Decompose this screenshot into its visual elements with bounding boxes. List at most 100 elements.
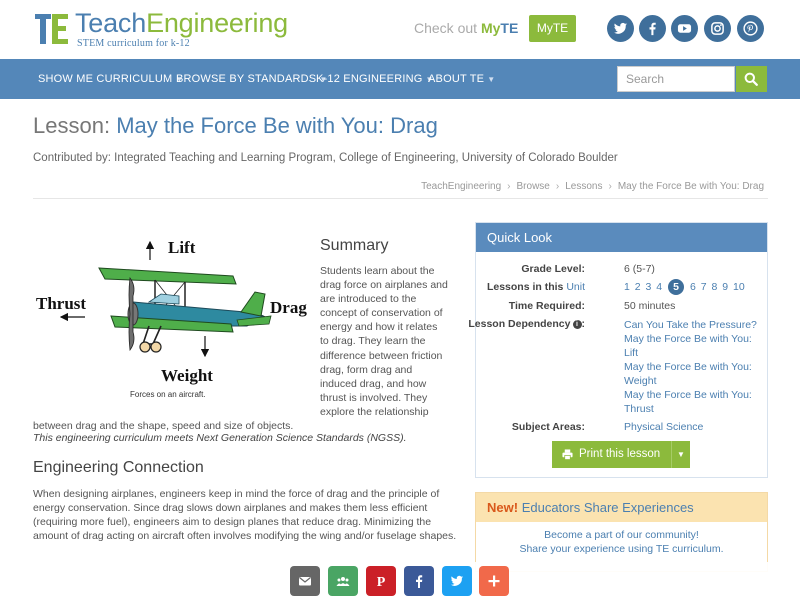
lesson-link-10[interactable]: 10 (733, 281, 745, 293)
nav-show-me-curriculum[interactable]: SHOW ME CURRICULUM ▼ (38, 59, 184, 99)
engineering-connection-text: When designing airplanes, engineers keep… (33, 488, 457, 543)
lesson-dependency-label: Lesson Dependency i: (468, 318, 585, 330)
pinterest-button[interactable] (737, 15, 764, 42)
email-share-button[interactable] (290, 566, 320, 596)
lesson-link-2[interactable]: 2 (635, 281, 641, 293)
ngss-note: This engineering curriculum meets Next G… (33, 432, 407, 444)
caret-down-icon: ▼ (677, 450, 685, 459)
dependency-link-thrust-line2[interactable]: Thrust (624, 402, 654, 416)
forces-diagram: Lift Thrust Drag Weight (33, 232, 313, 392)
dependency-link-lift-line1[interactable]: May the Force Be with You: (624, 332, 752, 346)
lesson-link-7[interactable]: 7 (701, 281, 707, 293)
breadcrumb-lessons[interactable]: Lessons (565, 181, 602, 192)
breadcrumb-teachengineering[interactable]: TeachEngineering (421, 181, 501, 192)
teachengineering-logo[interactable]: TeachEngineering STEM curriculum for k-1… (35, 8, 300, 50)
pinterest-icon (743, 21, 758, 36)
classroom-share-button[interactable] (328, 566, 358, 596)
contributed-by: Contributed by: Integrated Teaching and … (33, 152, 618, 164)
summary-line: to drag. They learn the (320, 335, 426, 348)
twitter-share-icon (450, 575, 464, 586)
nav-browse-by-standards[interactable]: BROWSE BY STANDARDS ▼ (176, 59, 327, 99)
dependency-link-lift-line2[interactable]: Lift (624, 346, 638, 360)
quick-look-panel: Quick Look Grade Level: 6 (5-7) Lessons … (468, 222, 768, 478)
print-main-button[interactable]: Print this lesson (552, 441, 670, 468)
youtube-button[interactable] (671, 15, 698, 42)
myte-button[interactable]: MyTE (529, 15, 576, 42)
checkout-myte-text[interactable]: Check out MyTE (414, 20, 518, 36)
educators-heading-text: Educators Share Experiences (521, 500, 694, 515)
dependency-link-pressure[interactable]: Can You Take the Pressure? (624, 318, 757, 332)
lesson-name: May the Force Be with You: Drag (116, 113, 438, 138)
summary-line: drag, form drag and (320, 363, 413, 376)
print-button-label: Print this lesson (579, 448, 661, 460)
twitter-button[interactable] (607, 15, 634, 42)
educators-line-2[interactable]: Share your experience using TE curriculu… (476, 543, 767, 555)
dependency-link-thrust-line1[interactable]: May the Force Be with You: (624, 388, 752, 402)
twitter-share-button[interactable] (442, 566, 472, 596)
share-bar (0, 562, 800, 600)
thrust-label: Thrust (36, 294, 87, 313)
educators-share-panel: New! Educators Share Experiences Become … (475, 492, 768, 572)
more-share-icon (488, 575, 500, 587)
site-header: TeachEngineering STEM curriculum for k-1… (0, 0, 800, 58)
grade-level-label: Grade Level: (521, 263, 585, 275)
youtube-icon (677, 24, 692, 33)
myte-word-my: My (480, 20, 501, 36)
summary-line: concept of conservation of (320, 307, 443, 320)
lesson-link-4[interactable]: 4 (656, 281, 662, 293)
pinterest-share-button[interactable]: P (366, 566, 396, 596)
search-button[interactable] (736, 66, 767, 92)
te-logo-icon (35, 14, 68, 44)
subject-area-link[interactable]: Physical Science (624, 420, 703, 434)
current-lesson-badge: 5 (668, 279, 685, 295)
more-share-button[interactable] (479, 566, 509, 596)
dependency-link-weight-line1[interactable]: May the Force Be with You: (624, 360, 752, 374)
lesson-prefix: Lesson: (33, 113, 111, 138)
email-share-icon (299, 577, 311, 586)
logo-tagline: STEM curriculum for k-12 (77, 38, 190, 49)
breadcrumb-browse[interactable]: Browse (517, 181, 550, 192)
engineering-connection-heading: Engineering Connection (33, 459, 204, 476)
facebook-share-icon (416, 575, 423, 588)
checkout-prefix: Check out (414, 20, 478, 36)
educators-share-heading: New! Educators Share Experiences (476, 493, 767, 522)
nav-k12-engineering[interactable]: K-12 ENGINEERING ▼ (316, 59, 434, 99)
logo-wordmark: TeachEngineering (75, 8, 288, 38)
search-input[interactable] (617, 66, 735, 92)
breadcrumb-separator-icon: › (507, 181, 511, 192)
twitter-icon (613, 22, 628, 34)
lessons-in-unit-label: Lessons in this Unit (487, 281, 585, 293)
page-title: Lesson: May the Force Be with You: Drag (33, 113, 438, 139)
educators-line-1[interactable]: Become a part of our community! (476, 529, 767, 541)
facebook-button[interactable] (639, 15, 666, 42)
caret-down-icon: ▼ (487, 75, 496, 84)
lesson-link-6[interactable]: 6 (690, 281, 696, 293)
lesson-link-9[interactable]: 9 (722, 281, 728, 293)
dependency-link-weight-line2[interactable]: Weight (624, 374, 657, 388)
lesson-link-3[interactable]: 3 (646, 281, 652, 293)
info-icon[interactable]: i (572, 320, 582, 329)
nav-label: SHOW ME CURRICULUM (38, 73, 173, 85)
unit-link[interactable]: Unit (566, 281, 585, 293)
print-lesson-button: Print this lesson ▼ (552, 441, 690, 468)
breadcrumb-separator-icon: › (608, 181, 612, 192)
nav-label: K-12 ENGINEERING (316, 73, 423, 85)
nav-about-te[interactable]: ABOUT TE ▼ (428, 59, 495, 99)
search-icon (744, 72, 758, 86)
facebook-share-button[interactable] (404, 566, 434, 596)
instagram-button[interactable] (704, 15, 731, 42)
summary-line: explore the relationship (320, 405, 429, 418)
printer-icon (562, 449, 573, 460)
lesson-link-8[interactable]: 8 (712, 281, 718, 293)
time-required-label: Time Required: (508, 300, 585, 312)
print-dropdown-toggle[interactable]: ▼ (671, 441, 690, 468)
nav-label: BROWSE BY STANDARDS (176, 73, 317, 85)
dependency-label-text: Lesson Dependency (468, 318, 571, 330)
summary-line: drag force on airplanes and (320, 279, 448, 292)
lesson-link-1[interactable]: 1 (624, 281, 630, 293)
weight-label: Weight (161, 366, 213, 385)
lessons-label-prefix: Lessons in this (486, 281, 564, 293)
new-badge: New! (487, 500, 519, 515)
breadcrumb-separator-icon: › (555, 181, 560, 192)
grade-level-value: 6 (5-7) (624, 263, 655, 275)
